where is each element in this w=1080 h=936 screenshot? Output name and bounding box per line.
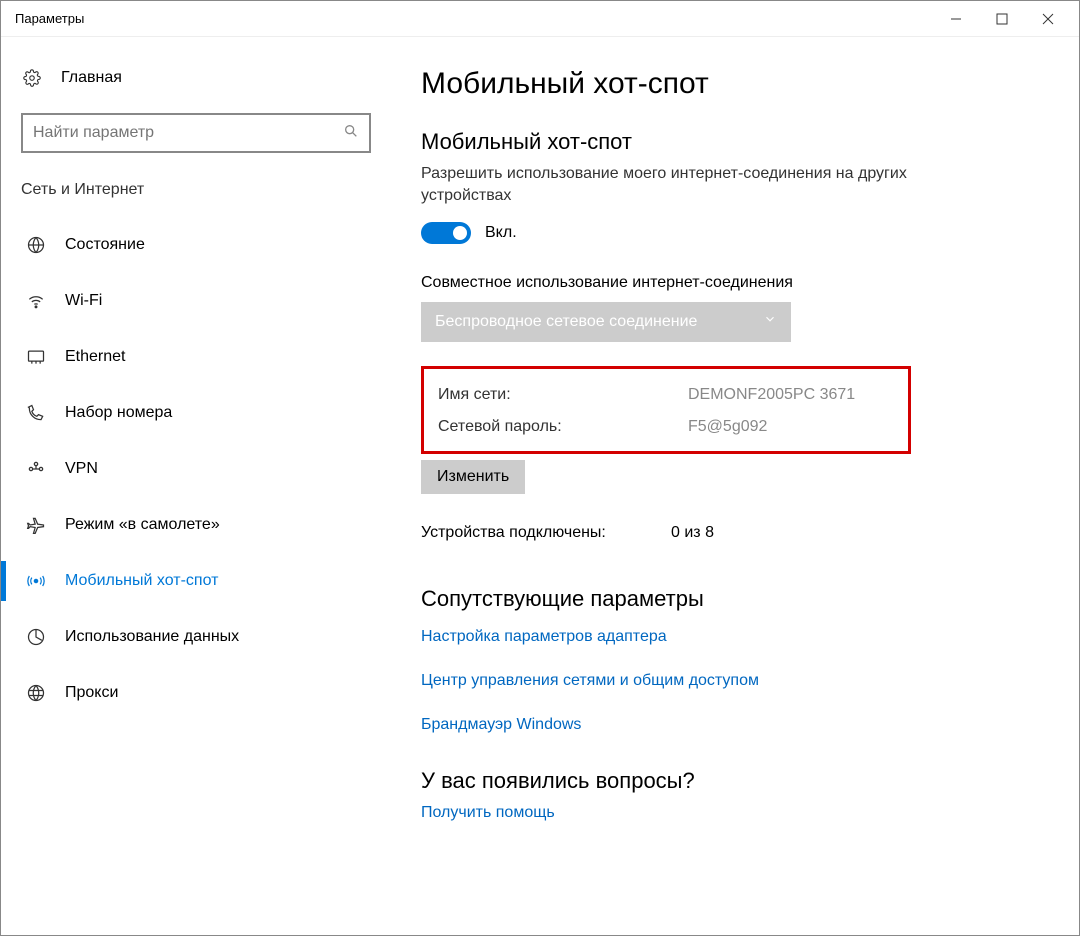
devices-row: Устройства подключены: 0 из 8 — [421, 524, 1049, 542]
questions-title: У вас появились вопросы? — [421, 768, 1049, 794]
minimize-button[interactable] — [933, 1, 979, 37]
link-firewall[interactable]: Брандмауэр Windows — [421, 716, 1049, 734]
sidebar-item-label: Набор номера — [65, 404, 172, 422]
sidebar-item-datausage[interactable]: Использование данных — [21, 609, 371, 665]
search-box[interactable] — [21, 113, 371, 153]
sidebar-item-ethernet[interactable]: Ethernet — [21, 329, 371, 385]
sidebar-item-airplane[interactable]: Режим «в самолете» — [21, 497, 371, 553]
devices-value: 0 из 8 — [671, 524, 714, 542]
airplane-icon — [25, 515, 47, 535]
gear-icon — [21, 69, 43, 87]
share-connection-label: Совместное использование интернет-соедин… — [421, 274, 1049, 292]
sidebar-item-label: Режим «в самолете» — [65, 516, 220, 534]
search-icon — [343, 123, 359, 144]
page-title: Мобильный хот-спот — [421, 67, 1049, 101]
sidebar-item-label: Состояние — [65, 236, 145, 254]
maximize-button[interactable] — [979, 1, 1025, 37]
content: Главная Сеть и Интернет Состояние Wi-Fi … — [1, 37, 1079, 935]
change-button[interactable]: Изменить — [421, 460, 525, 494]
sidebar-item-label: VPN — [65, 460, 98, 478]
search-input[interactable] — [33, 124, 343, 142]
home-label: Главная — [61, 69, 122, 87]
link-get-help[interactable]: Получить помощь — [421, 804, 1049, 822]
settings-window: Параметры Главная Сеть и Интернет Состоя… — [0, 0, 1080, 936]
phone-icon — [25, 403, 47, 423]
hotspot-toggle-row: Вкл. — [421, 222, 1049, 244]
close-button[interactable] — [1025, 1, 1071, 37]
vpn-icon — [25, 459, 47, 479]
proxy-icon — [25, 683, 47, 703]
network-info-highlight: Имя сети: DEMONF2005PC 3671 Сетевой паро… — [421, 366, 911, 454]
category-label: Сеть и Интернет — [21, 181, 371, 199]
sidebar-item-status[interactable]: Состояние — [21, 217, 371, 273]
wifi-icon — [25, 291, 47, 311]
ethernet-icon — [25, 347, 47, 367]
sidebar-item-vpn[interactable]: VPN — [21, 441, 371, 497]
sidebar-item-label: Ethernet — [65, 348, 125, 366]
sidebar-item-proxy[interactable]: Прокси — [21, 665, 371, 721]
sidebar-item-wifi[interactable]: Wi-Fi — [21, 273, 371, 329]
dropdown-value: Беспроводное сетевое соединение — [435, 313, 697, 331]
main-panel: Мобильный хот-спот Мобильный хот-спот Ра… — [391, 37, 1079, 935]
window-title: Параметры — [9, 11, 84, 26]
link-adapter-settings[interactable]: Настройка параметров адаптера — [421, 628, 1049, 646]
sidebar-item-label: Прокси — [65, 684, 118, 702]
home-nav[interactable]: Главная — [21, 55, 371, 101]
sidebar-item-label: Wi-Fi — [65, 292, 102, 310]
sidebar-item-hotspot[interactable]: Мобильный хот-спот — [21, 553, 371, 609]
network-name-row: Имя сети: DEMONF2005PC 3671 — [438, 379, 894, 411]
network-password-value: F5@5g092 — [688, 411, 767, 443]
network-password-label: Сетевой пароль: — [438, 411, 688, 443]
globe-icon — [25, 235, 47, 255]
connection-dropdown[interactable]: Беспроводное сетевое соединение — [421, 302, 791, 342]
network-name-value: DEMONF2005PC 3671 — [688, 379, 855, 411]
section-subtitle: Мобильный хот-спот — [421, 129, 1049, 155]
sidebar-item-label: Мобильный хот-спот — [65, 572, 218, 590]
data-icon — [25, 627, 47, 647]
network-password-row: Сетевой пароль: F5@5g092 — [438, 411, 894, 443]
chevron-down-icon — [763, 312, 777, 331]
sidebar-item-label: Использование данных — [65, 628, 239, 646]
hotspot-toggle[interactable] — [421, 222, 471, 244]
section-description: Разрешить использование моего интернет-с… — [421, 163, 941, 208]
sidebar-item-dialup[interactable]: Набор номера — [21, 385, 371, 441]
titlebar: Параметры — [1, 1, 1079, 37]
related-title: Сопутствующие параметры — [421, 586, 1049, 612]
toggle-state-label: Вкл. — [485, 224, 517, 242]
hotspot-icon — [25, 571, 47, 591]
network-name-label: Имя сети: — [438, 379, 688, 411]
sidebar: Главная Сеть и Интернет Состояние Wi-Fi … — [1, 37, 391, 935]
window-controls — [933, 1, 1071, 37]
link-network-center[interactable]: Центр управления сетями и общим доступом — [421, 672, 1049, 690]
devices-label: Устройства подключены: — [421, 524, 671, 542]
